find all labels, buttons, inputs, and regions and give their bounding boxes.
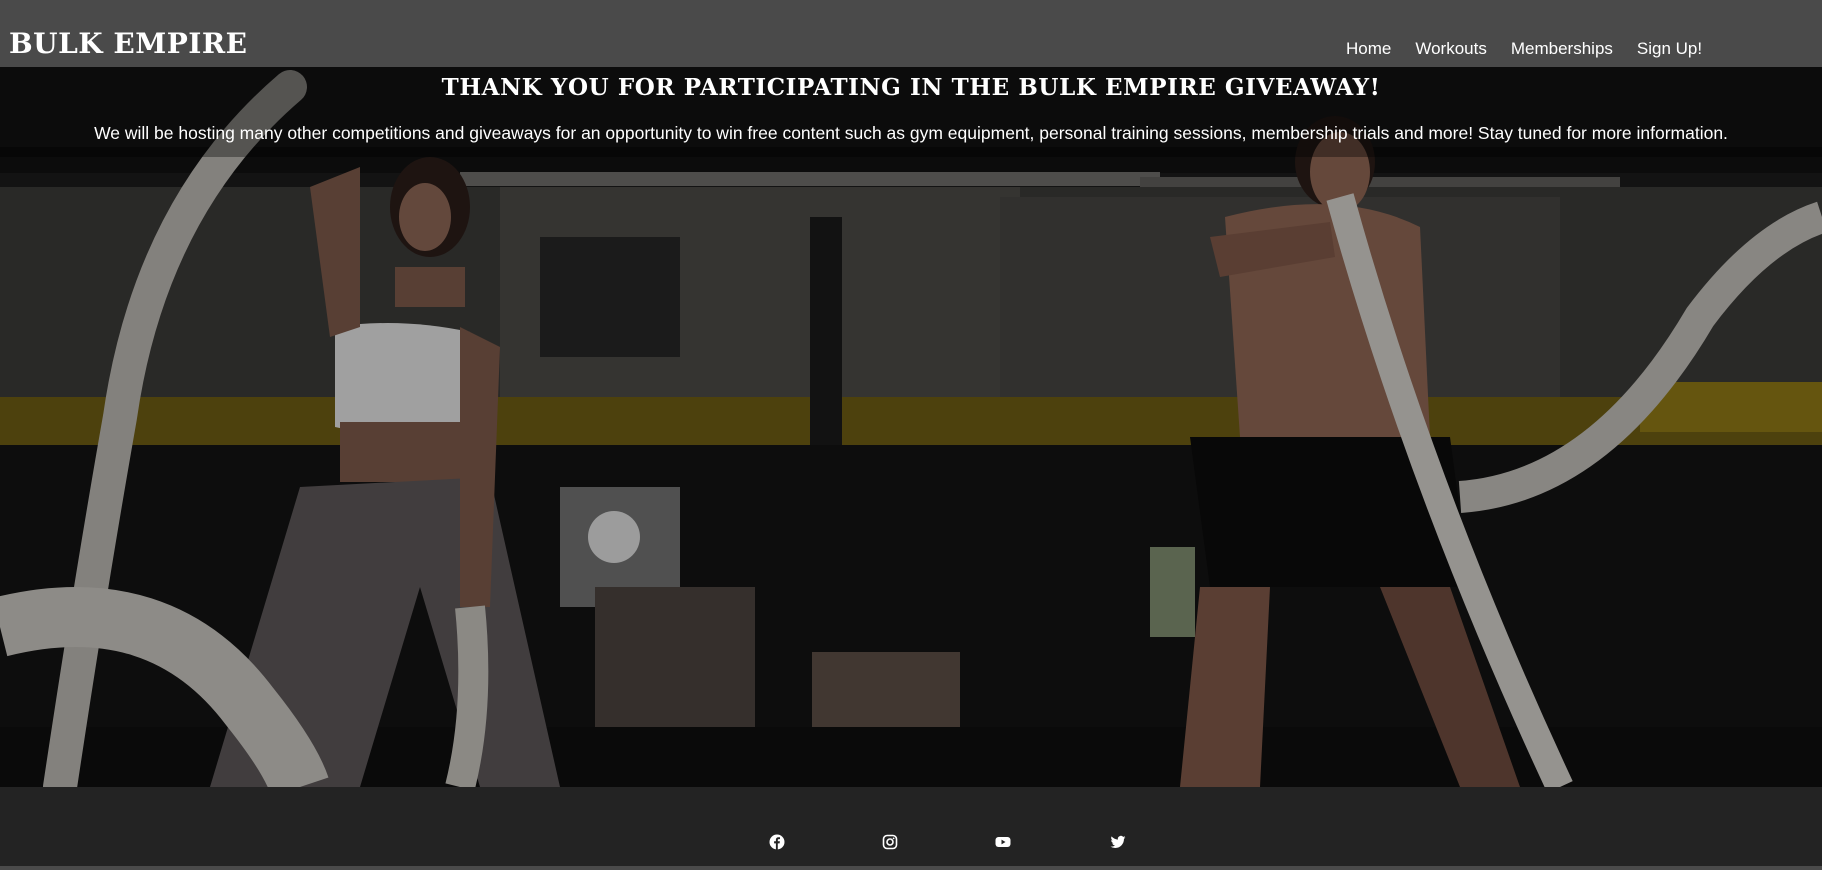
site-header: BULK EMPIRE Home Workouts Memberships Si… xyxy=(0,0,1822,67)
hero-title: THANK YOU FOR PARTICIPATING IN THE BULK … xyxy=(441,74,1381,101)
footer-bottom-strip xyxy=(0,866,1822,870)
instagram-icon[interactable] xyxy=(881,833,899,851)
twitter-icon[interactable] xyxy=(1109,833,1127,851)
hero-background-photo xyxy=(0,67,1822,787)
youtube-icon[interactable] xyxy=(994,833,1012,851)
hero-section: THANK YOU FOR PARTICIPATING IN THE BULK … xyxy=(0,67,1822,787)
brand-logo[interactable]: BULK EMPIRE xyxy=(9,30,247,58)
nav-memberships-link[interactable]: Memberships xyxy=(1511,39,1613,59)
nav-signup-link[interactable]: Sign Up! xyxy=(1637,39,1702,59)
facebook-icon[interactable] xyxy=(768,833,786,851)
site-footer xyxy=(0,787,1822,867)
nav-home-link[interactable]: Home xyxy=(1346,39,1391,59)
nav-workouts-link[interactable]: Workouts xyxy=(1415,39,1487,59)
hero-description: We will be hosting many other competitio… xyxy=(94,123,1728,143)
main-nav: Home Workouts Memberships Sign Up! xyxy=(1346,39,1726,59)
